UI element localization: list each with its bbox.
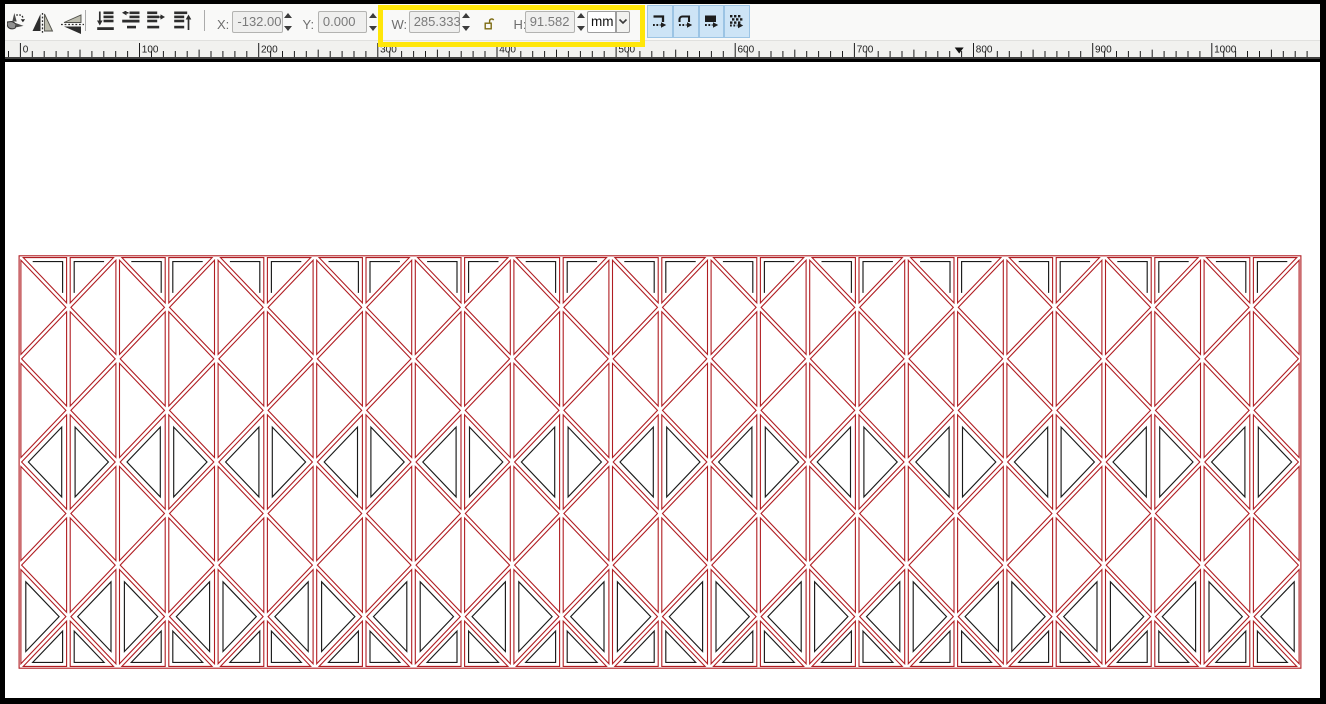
svg-text:1000: 1000 <box>1214 44 1237 55</box>
svg-text:800: 800 <box>975 44 992 55</box>
svg-text:700: 700 <box>856 44 873 55</box>
svg-text:600: 600 <box>737 44 754 55</box>
svg-text:200: 200 <box>261 44 278 55</box>
svg-text:0: 0 <box>22 44 28 55</box>
svg-text:100: 100 <box>141 44 158 55</box>
svg-text:900: 900 <box>1095 44 1112 55</box>
